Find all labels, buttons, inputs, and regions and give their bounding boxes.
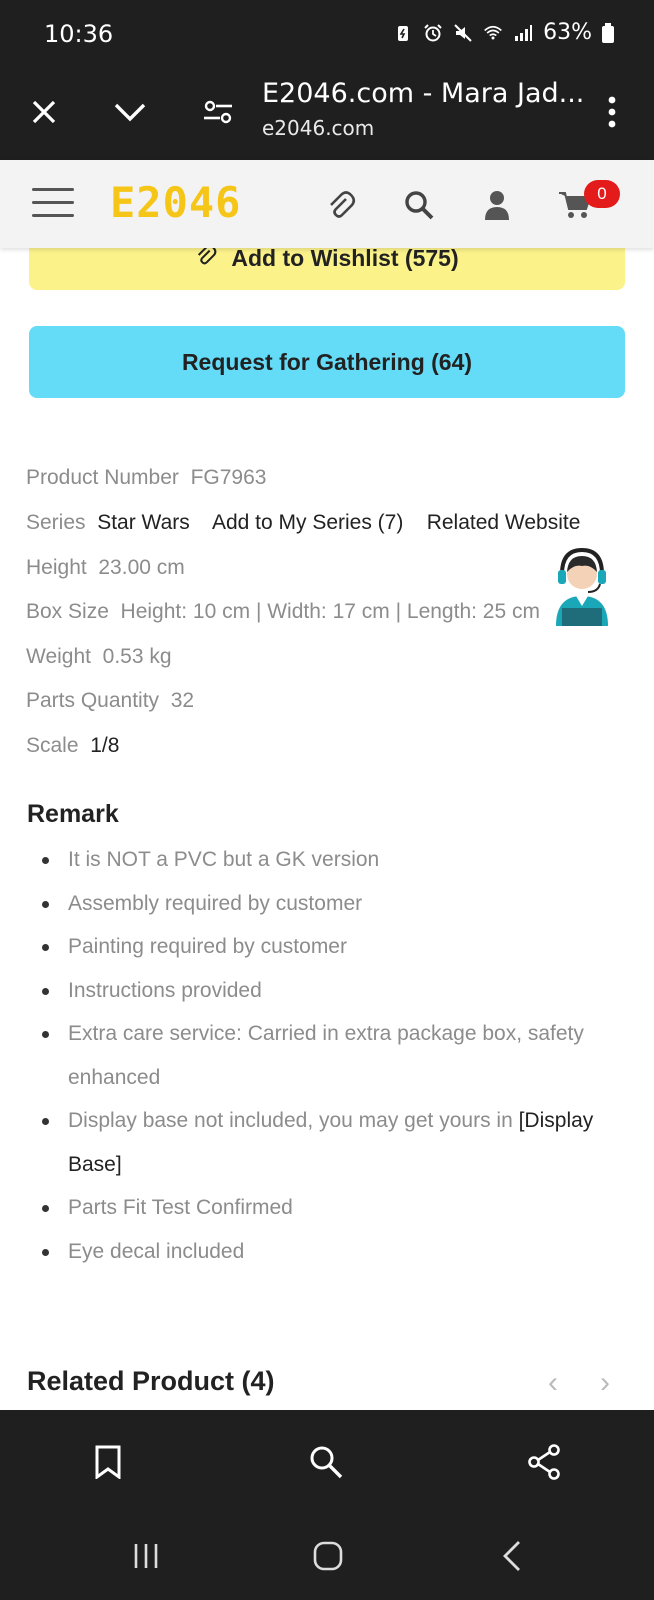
status-bar: 10:36 63% bbox=[0, 0, 654, 70]
scale-link[interactable]: 1/8 bbox=[90, 734, 119, 757]
status-icons: 63% bbox=[393, 20, 614, 45]
gathering-label: Request for Gathering (64) bbox=[181, 348, 473, 375]
display-base-text: Display base not included, you may get y… bbox=[68, 1109, 513, 1132]
series-link[interactable]: Star Wars bbox=[97, 511, 190, 534]
mute-icon bbox=[454, 23, 472, 42]
bottom-bar bbox=[0, 1410, 654, 1600]
list-item: Eye decal included bbox=[42, 1230, 620, 1274]
parts-quantity-row: Parts Quantity 32 bbox=[26, 689, 194, 713]
box-size-row: Box Size Height: 10 cm | Width: 17 cm | … bbox=[26, 600, 540, 624]
list-item: It is NOT a PVC but a GK version bbox=[42, 838, 620, 882]
back-icon[interactable] bbox=[492, 1536, 532, 1576]
height-row: Height 23.00 cm bbox=[26, 556, 185, 580]
series-row: Series Star Wars Add to My Series (7) Re… bbox=[26, 511, 580, 535]
spec-label: Product Number bbox=[26, 466, 179, 489]
user-icon[interactable] bbox=[480, 188, 514, 222]
site-logo[interactable]: E2046 bbox=[110, 178, 241, 227]
chevron-down-icon[interactable] bbox=[110, 92, 150, 132]
site-settings-icon[interactable] bbox=[198, 92, 238, 132]
spec-label: Weight bbox=[26, 645, 91, 668]
list-item: Display base not included, you may get y… bbox=[42, 1099, 620, 1186]
product-number-row: Product Number FG7963 bbox=[26, 466, 266, 490]
wifi-icon bbox=[484, 25, 502, 39]
bookmark-icon[interactable] bbox=[88, 1442, 128, 1482]
site-header: E2046 bbox=[0, 160, 654, 248]
status-time: 10:36 bbox=[44, 20, 114, 48]
menu-icon[interactable] bbox=[32, 188, 74, 218]
height-value: 23.00 cm bbox=[98, 556, 185, 579]
add-to-my-series-link[interactable]: Add to My Series (7) bbox=[212, 511, 403, 534]
weight-value: 0.53 kg bbox=[102, 645, 172, 668]
close-icon[interactable] bbox=[24, 92, 64, 132]
add-to-wishlist-button[interactable]: Add to Wishlist (575) bbox=[29, 248, 625, 290]
battery-percent: 63% bbox=[543, 20, 592, 45]
paperclip-icon bbox=[195, 248, 217, 272]
share-icon[interactable] bbox=[524, 1442, 564, 1482]
spec-label: Series bbox=[26, 511, 86, 534]
browser-bar: E2046.com - Mara Jad... e2046.com bbox=[0, 70, 654, 160]
spec-label: Height bbox=[26, 556, 87, 579]
page-title[interactable]: E2046.com - Mara Jad... bbox=[262, 78, 584, 109]
spec-label: Box Size bbox=[26, 600, 109, 623]
remark-title: Remark bbox=[27, 800, 119, 828]
search-icon[interactable] bbox=[402, 188, 436, 222]
product-content: Add to Wishlist (575) Request for Gather… bbox=[0, 248, 654, 1410]
list-item: Parts Fit Test Confirmed bbox=[42, 1186, 620, 1230]
related-prev-button[interactable]: ‹ bbox=[548, 1366, 558, 1400]
home-icon[interactable] bbox=[308, 1536, 348, 1576]
related-next-button[interactable]: › bbox=[600, 1366, 610, 1400]
more-vertical-icon[interactable] bbox=[592, 92, 632, 132]
list-item: Painting required by customer bbox=[42, 925, 620, 969]
search-icon[interactable] bbox=[306, 1442, 346, 1482]
recent-apps-icon[interactable] bbox=[126, 1536, 166, 1576]
paperclip-icon[interactable] bbox=[324, 188, 358, 222]
remark-list: It is NOT a PVC but a GK version Assembl… bbox=[42, 838, 620, 1274]
battery-saver-icon bbox=[398, 25, 409, 41]
list-item: Extra care service: Carried in extra pac… bbox=[42, 1012, 620, 1099]
spec-label: Parts Quantity bbox=[26, 689, 160, 712]
spec-label: Scale bbox=[26, 734, 79, 757]
url-domain[interactable]: e2046.com bbox=[262, 116, 374, 140]
scale-row: Scale 1/8 bbox=[26, 734, 119, 758]
battery-icon bbox=[602, 22, 614, 43]
parts-quantity-value: 32 bbox=[170, 689, 195, 712]
weight-row: Weight 0.53 kg bbox=[26, 645, 172, 669]
wishlist-label: Add to Wishlist (575) bbox=[231, 248, 459, 271]
related-product-title: Related Product (4) bbox=[27, 1366, 275, 1396]
list-item: Assembly required by customer bbox=[42, 882, 620, 926]
box-size-value: Height: 10 cm | Width: 17 cm | Length: 2… bbox=[120, 600, 540, 623]
alarm-icon bbox=[424, 23, 442, 41]
request-gathering-button[interactable]: Request for Gathering (64) bbox=[29, 326, 625, 398]
list-item: Instructions provided bbox=[42, 969, 620, 1013]
signal-icon bbox=[515, 24, 533, 41]
product-number: FG7963 bbox=[190, 466, 267, 489]
related-website-link[interactable]: Related Website bbox=[427, 511, 581, 534]
cart-count-badge[interactable]: 0 bbox=[584, 180, 620, 208]
customer-service-icon[interactable] bbox=[548, 544, 616, 626]
